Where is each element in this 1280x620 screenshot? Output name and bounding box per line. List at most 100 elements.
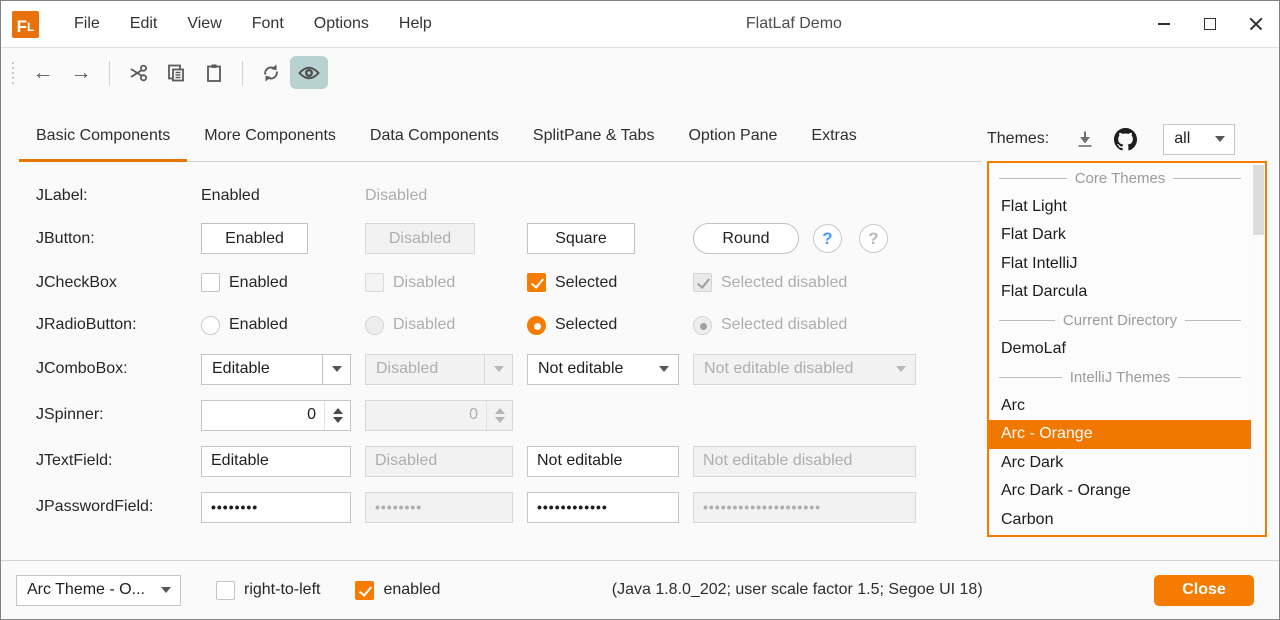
toolbar-grip[interactable] [12,62,14,84]
enabled-checkbox[interactable] [355,581,374,600]
themes-header: Themes: all [979,117,1279,161]
app-window: FL File Edit View Font Options Help Flat… [0,0,1280,620]
themes-filter-combobox[interactable]: all [1163,124,1235,155]
tab-splitpane-tabs[interactable]: SplitPane & Tabs [516,111,672,161]
back-button[interactable]: ← [24,56,62,89]
passwordfield-editable[interactable] [201,492,351,523]
enabled-button[interactable]: Enabled [201,223,308,254]
maximize-icon [1204,18,1216,30]
menu-view[interactable]: View [172,1,236,47]
themes-label: Themes: [987,130,1049,148]
spinner-disabled-input [366,401,486,430]
chevron-down-icon [1215,136,1225,142]
tab-extras[interactable]: Extras [794,111,873,161]
theme-item-carbon[interactable]: Carbon [989,506,1251,534]
menu-help[interactable]: Help [384,1,447,47]
tab-strip: Basic Components More Components Data Co… [19,111,981,162]
rtl-checkbox-group[interactable]: right-to-left [216,581,320,600]
jcheckbox-row-label: JCheckBox [36,274,201,292]
radio-enabled-label: Enabled [229,316,288,334]
combobox-editable[interactable]: Editable [201,354,351,385]
themes-scrollbar[interactable] [1252,163,1265,535]
close-window-button[interactable] [1233,1,1279,47]
checkbox-selected[interactable] [527,273,546,292]
content-area: JLabel: Enabled Disabled JButton: Enable… [1,162,1279,561]
theme-item-flat-darcula[interactable]: Flat Darcula [989,278,1251,306]
radio-selected[interactable] [527,316,546,335]
forward-arrow-icon: → [71,61,92,85]
enabled-checkbox-group[interactable]: enabled [355,581,440,600]
spinner-down-icon [495,417,505,423]
checkbox-enabled[interactable] [201,273,220,292]
lookandfeel-combobox[interactable]: Arc Theme - O... [16,575,181,606]
passwordfield-disabled [365,492,513,523]
theme-item-arc-dark[interactable]: Arc Dark [989,449,1251,477]
theme-item-flat-intellij[interactable]: Flat IntelliJ [989,249,1251,277]
status-bar: Arc Theme - O... right-to-left enabled (… [1,560,1279,619]
passwordfield-not-editable[interactable] [527,492,679,523]
tab-more-components[interactable]: More Components [187,111,353,161]
toolbar-separator [242,61,243,85]
textfield-editable[interactable] [201,446,351,477]
cut-button[interactable] [119,56,157,89]
theme-item-arc[interactable]: Arc [989,392,1251,420]
rtl-checkbox[interactable] [216,581,235,600]
round-button[interactable]: Round [693,223,799,254]
tab-option-pane[interactable]: Option Pane [671,111,794,161]
refresh-button[interactable] [252,56,290,89]
window-controls [1141,1,1279,47]
textfield-not-editable[interactable] [527,446,679,477]
maximize-button[interactable] [1187,1,1233,47]
combobox-not-editable-disabled: Not editable disabled [693,354,916,385]
forward-button[interactable]: → [62,56,100,89]
jradiobutton-row-label: JRadioButton: [36,316,201,334]
menu-font[interactable]: Font [237,1,299,47]
tab-data-components[interactable]: Data Components [353,111,516,161]
combobox-not-editable[interactable]: Not editable [527,354,679,385]
close-button[interactable]: Close [1154,575,1254,606]
tab-basic-components[interactable]: Basic Components [19,111,187,161]
themes-section-current-directory: Current Directory [989,306,1251,334]
jbutton-row-label: JButton: [36,230,201,248]
combobox-editable-value: Editable [202,360,322,378]
show-hover-toggle-button[interactable] [290,56,328,89]
theme-item-demolaf[interactable]: DemoLaf [989,335,1251,363]
combobox-disabled: Disabled [365,354,513,385]
lookandfeel-value: Arc Theme - O... [17,581,161,599]
menu-edit[interactable]: Edit [115,1,173,47]
help-button-disabled: ? [859,224,888,253]
paste-button[interactable] [195,56,233,89]
spinner-buttons[interactable] [324,401,350,430]
radio-selected-disabled [693,316,712,335]
themes-scrollbar-thumb[interactable] [1253,165,1264,235]
theme-item-arc-orange[interactable]: Arc - Orange [989,420,1251,448]
square-button[interactable]: Square [527,223,635,254]
download-themes-button[interactable] [1075,129,1095,149]
close-icon [1249,17,1263,31]
theme-item-flat-light[interactable]: Flat Light [989,192,1251,220]
minimize-button[interactable] [1141,1,1187,47]
radio-enabled[interactable] [201,316,220,335]
github-button[interactable] [1114,128,1137,151]
jlabel-enabled: Enabled [201,187,365,205]
help-button[interactable]: ? [813,224,842,253]
jspinner-row-label: JSpinner: [36,406,201,424]
toolbar: ← → [1,49,1279,96]
spinner-enabled[interactable] [201,400,351,431]
flatlaf-logo-icon: FL [12,11,39,38]
checkbox-selected-disabled [693,273,712,292]
menu-file[interactable]: File [59,1,115,47]
spinner-up-icon [495,408,505,414]
menu-bar: File Edit View Font Options Help [59,1,447,47]
copy-button[interactable] [157,56,195,89]
jlabel-row-label: JLabel: [36,187,201,205]
theme-item-flat-dark[interactable]: Flat Dark [989,221,1251,249]
tab-row: Basic Components More Components Data Co… [1,111,981,162]
theme-item-arc-dark-orange[interactable]: Arc Dark - Orange [989,477,1251,505]
refresh-icon [261,63,281,83]
jtextfield-row-label: JTextField: [36,452,201,470]
basic-components-form: JLabel: Enabled Disabled JButton: Enable… [36,176,943,530]
menu-options[interactable]: Options [299,1,384,47]
combobox-not-editable-disabled-value: Not editable disabled [694,360,887,378]
spinner-input[interactable] [202,401,324,430]
